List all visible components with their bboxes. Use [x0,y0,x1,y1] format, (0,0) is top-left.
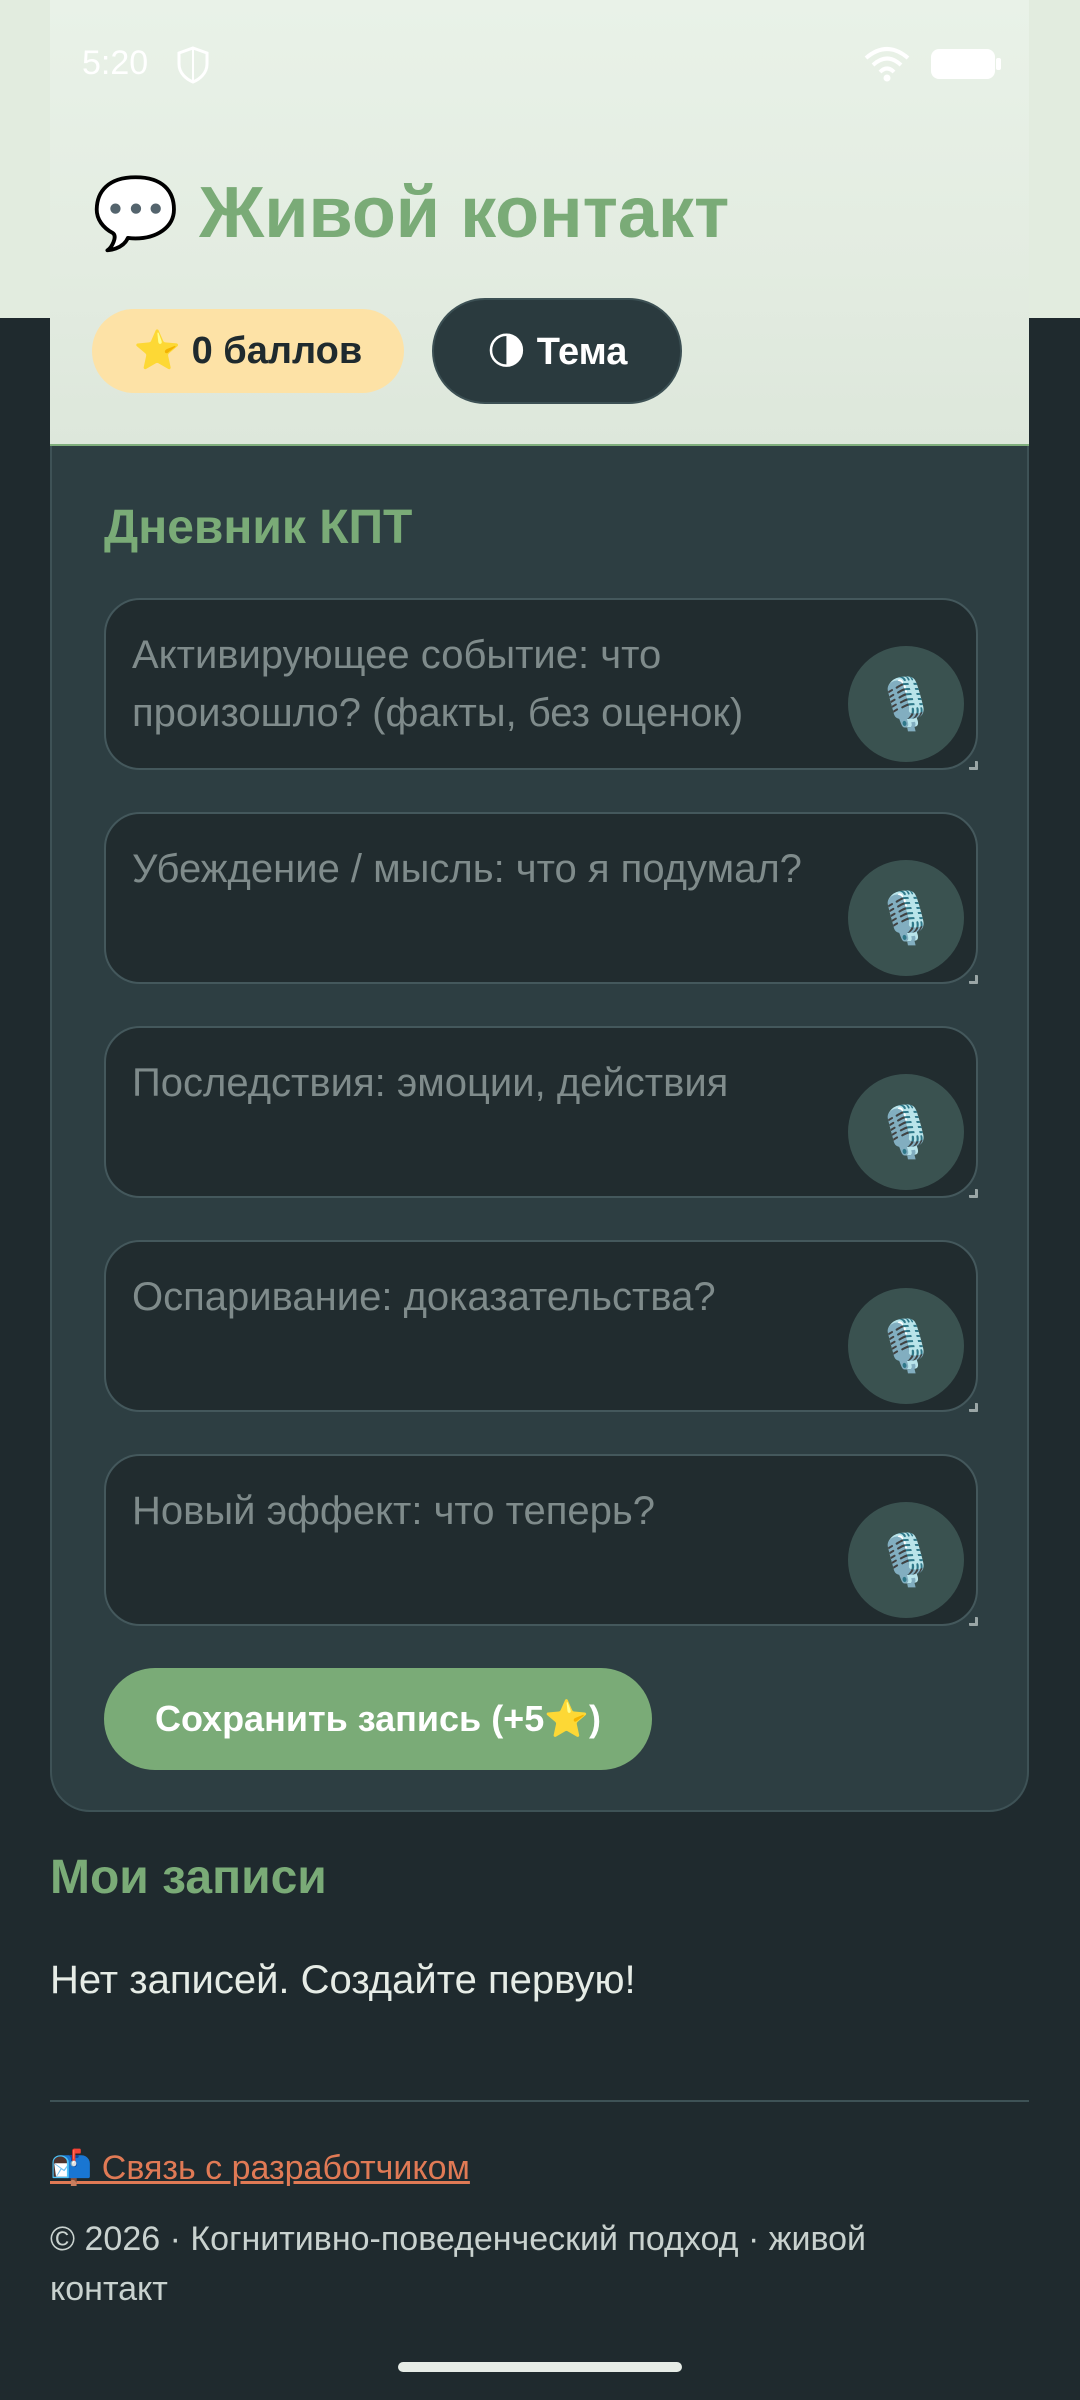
badge-row: ⭐ 0 баллов 🌗 Тема [92,298,682,404]
wifi-icon [864,47,910,82]
page-title: Живой контакт [199,173,730,253]
contact-developer-link[interactable]: 📬 Связь с разработчиком [50,2148,470,2188]
title-row: 💬 Живой контакт [92,168,729,258]
save-entry-button[interactable]: Сохранить запись (+5⭐) [104,1668,652,1770]
microphone-button[interactable]: 🎙️ [848,1074,964,1190]
records-title: Мои записи [50,1851,327,1904]
home-indicator[interactable] [398,2362,682,2372]
microphone-button[interactable]: 🎙️ [848,1502,964,1618]
microphone-button[interactable]: 🎙️ [848,646,964,762]
resize-handle-icon[interactable] [969,975,978,984]
status-bar: 5:20 [82,40,1002,90]
microphone-button[interactable]: 🎙️ [848,860,964,976]
records-empty-text: Нет записей. Создайте первую! [50,1958,636,2002]
footer-divider [50,2100,1029,2102]
resize-handle-icon[interactable] [969,761,978,770]
resize-handle-icon[interactable] [969,1189,978,1198]
belief-thought-field[interactable]: Убеждение / мысль: что я подумал? 🎙️ [104,812,978,984]
diary-title: Дневник КПТ [104,501,413,554]
footer-copyright: © 2026 · Когнитивно-поведенческий подход… [50,2220,867,2308]
field-placeholder: Последствия: эмоции, действия [132,1061,729,1105]
field-placeholder: Оспаривание: доказательства? [132,1275,716,1319]
resize-handle-icon[interactable] [969,1617,978,1626]
shield-icon [177,46,209,84]
consequences-field[interactable]: Последствия: эмоции, действия 🎙️ [104,1026,978,1198]
new-effect-field[interactable]: Новый эффект: что теперь? 🎙️ [104,1454,978,1626]
microphone-button[interactable]: 🎙️ [848,1288,964,1404]
points-badge: ⭐ 0 баллов [92,309,404,393]
field-placeholder: Убеждение / мысль: что я подумал? [132,847,802,891]
speech-bubble-icon: 💬 [92,174,180,252]
cbt-diary-card: Дневник КПТ Активирующее событие: что пр… [50,446,1029,1812]
battery-icon [931,49,1001,79]
disputation-field[interactable]: Оспаривание: доказательства? 🎙️ [104,1240,978,1412]
activating-event-field[interactable]: Активирующее событие: что произошло? (фа… [104,598,978,770]
status-time: 5:20 [82,44,149,82]
field-placeholder: Новый эффект: что теперь? [132,1489,655,1533]
field-placeholder: Активирующее событие: что произошло? (фа… [132,633,744,735]
theme-toggle-button[interactable]: 🌗 Тема [432,298,682,404]
resize-handle-icon[interactable] [969,1403,978,1412]
